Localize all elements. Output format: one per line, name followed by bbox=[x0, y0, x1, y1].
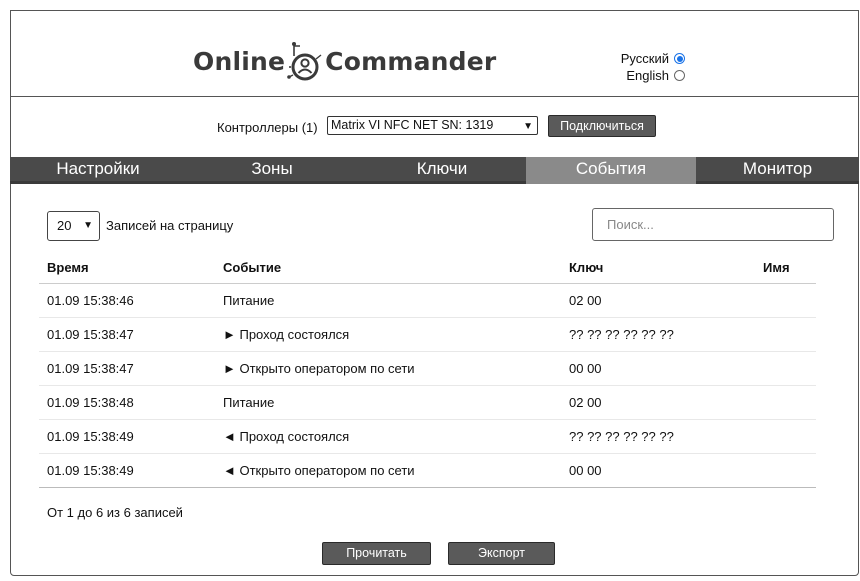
tab-events[interactable]: События bbox=[526, 157, 696, 184]
column-header-event[interactable]: Событие bbox=[223, 260, 281, 275]
cell-event: Питание bbox=[223, 293, 275, 308]
tab-monitor[interactable]: Монитор bbox=[696, 157, 859, 184]
header-divider bbox=[10, 96, 859, 97]
controller-select[interactable]: Matrix VI NFC NET SN: 1319 ▼ bbox=[327, 116, 538, 135]
cell-time: 01.09 15:38:49 bbox=[47, 463, 134, 478]
cell-event: ◄ Открыто оператором по сети bbox=[223, 463, 415, 478]
cell-key: 00 00 bbox=[569, 463, 602, 478]
read-button[interactable]: Прочитать bbox=[322, 542, 431, 565]
controllers-label: Контроллеры (1) bbox=[217, 120, 318, 135]
connect-button[interactable]: Подключиться bbox=[548, 115, 656, 137]
export-button[interactable]: Экспорт bbox=[448, 542, 555, 565]
cell-event: Питание bbox=[223, 395, 275, 410]
logo-text-commander: Commander bbox=[325, 46, 497, 76]
cell-key: 02 00 bbox=[569, 395, 602, 410]
search-placeholder: Поиск... bbox=[607, 217, 654, 232]
per-page-label: Записей на страницу bbox=[106, 218, 234, 233]
per-page-select[interactable]: 20 ▼ bbox=[47, 211, 100, 241]
cell-time: 01.09 15:38:47 bbox=[47, 361, 134, 376]
language-option-ru[interactable]: Русский bbox=[560, 50, 685, 67]
table-info: От 1 до 6 из 6 записей bbox=[47, 505, 183, 520]
cell-time: 01.09 15:38:46 bbox=[47, 293, 134, 308]
cell-event: ► Проход состоялся bbox=[223, 327, 350, 342]
controller-select-value: Matrix VI NFC NET SN: 1319 bbox=[331, 118, 494, 132]
table-row[interactable]: 01.09 15:38:46 Питание 02 00 bbox=[39, 284, 816, 318]
per-page-value: 20 bbox=[57, 218, 72, 233]
table-row[interactable]: 01.09 15:38:47 ► Открыто оператором по с… bbox=[39, 352, 816, 386]
cell-event: ◄ Проход состоялся bbox=[223, 429, 350, 444]
cell-key: 00 00 bbox=[569, 361, 602, 376]
chevron-down-icon: ▼ bbox=[523, 121, 533, 132]
tab-settings[interactable]: Настройки bbox=[10, 157, 186, 184]
logo-text-online: Online bbox=[193, 46, 286, 76]
cell-time: 01.09 15:38:47 bbox=[47, 327, 134, 342]
table-row[interactable]: 01.09 15:38:48 Питание 02 00 bbox=[39, 386, 816, 420]
tab-zones[interactable]: Зоны bbox=[186, 157, 358, 184]
cell-time: 01.09 15:38:48 bbox=[47, 395, 134, 410]
table-bottom-divider bbox=[39, 487, 816, 488]
column-header-key[interactable]: Ключ bbox=[569, 260, 603, 275]
language-option-en[interactable]: English bbox=[560, 67, 685, 84]
cell-key: ?? ?? ?? ?? ?? ?? bbox=[569, 429, 674, 444]
search-input[interactable]: Поиск... bbox=[592, 208, 834, 241]
language-label-en: English bbox=[626, 68, 669, 83]
column-header-time[interactable]: Время bbox=[47, 260, 89, 275]
table-row[interactable]: 01.09 15:38:49 ◄ Проход состоялся ?? ?? … bbox=[39, 420, 816, 454]
cell-event: ► Открыто оператором по сети bbox=[223, 361, 415, 376]
tab-keys[interactable]: Ключи bbox=[358, 157, 526, 184]
column-header-name[interactable]: Имя bbox=[763, 260, 790, 275]
table-row[interactable]: 01.09 15:38:49 ◄ Открыто оператором по с… bbox=[39, 454, 816, 488]
user-gear-icon bbox=[286, 38, 324, 84]
cell-key: ?? ?? ?? ?? ?? ?? bbox=[569, 327, 674, 342]
language-selector: Русский English bbox=[560, 50, 685, 84]
app-logo: Online Commander bbox=[193, 36, 496, 86]
language-label-ru: Русский bbox=[620, 51, 669, 66]
radio-ru-selected[interactable] bbox=[674, 53, 685, 64]
chevron-down-icon: ▼ bbox=[83, 220, 93, 231]
table-row[interactable]: 01.09 15:38:47 ► Проход состоялся ?? ?? … bbox=[39, 318, 816, 352]
cell-time: 01.09 15:38:49 bbox=[47, 429, 134, 444]
cell-key: 02 00 bbox=[569, 293, 602, 308]
radio-en[interactable] bbox=[674, 70, 685, 81]
main-tabs: Настройки Зоны Ключи События Монитор bbox=[10, 157, 859, 184]
